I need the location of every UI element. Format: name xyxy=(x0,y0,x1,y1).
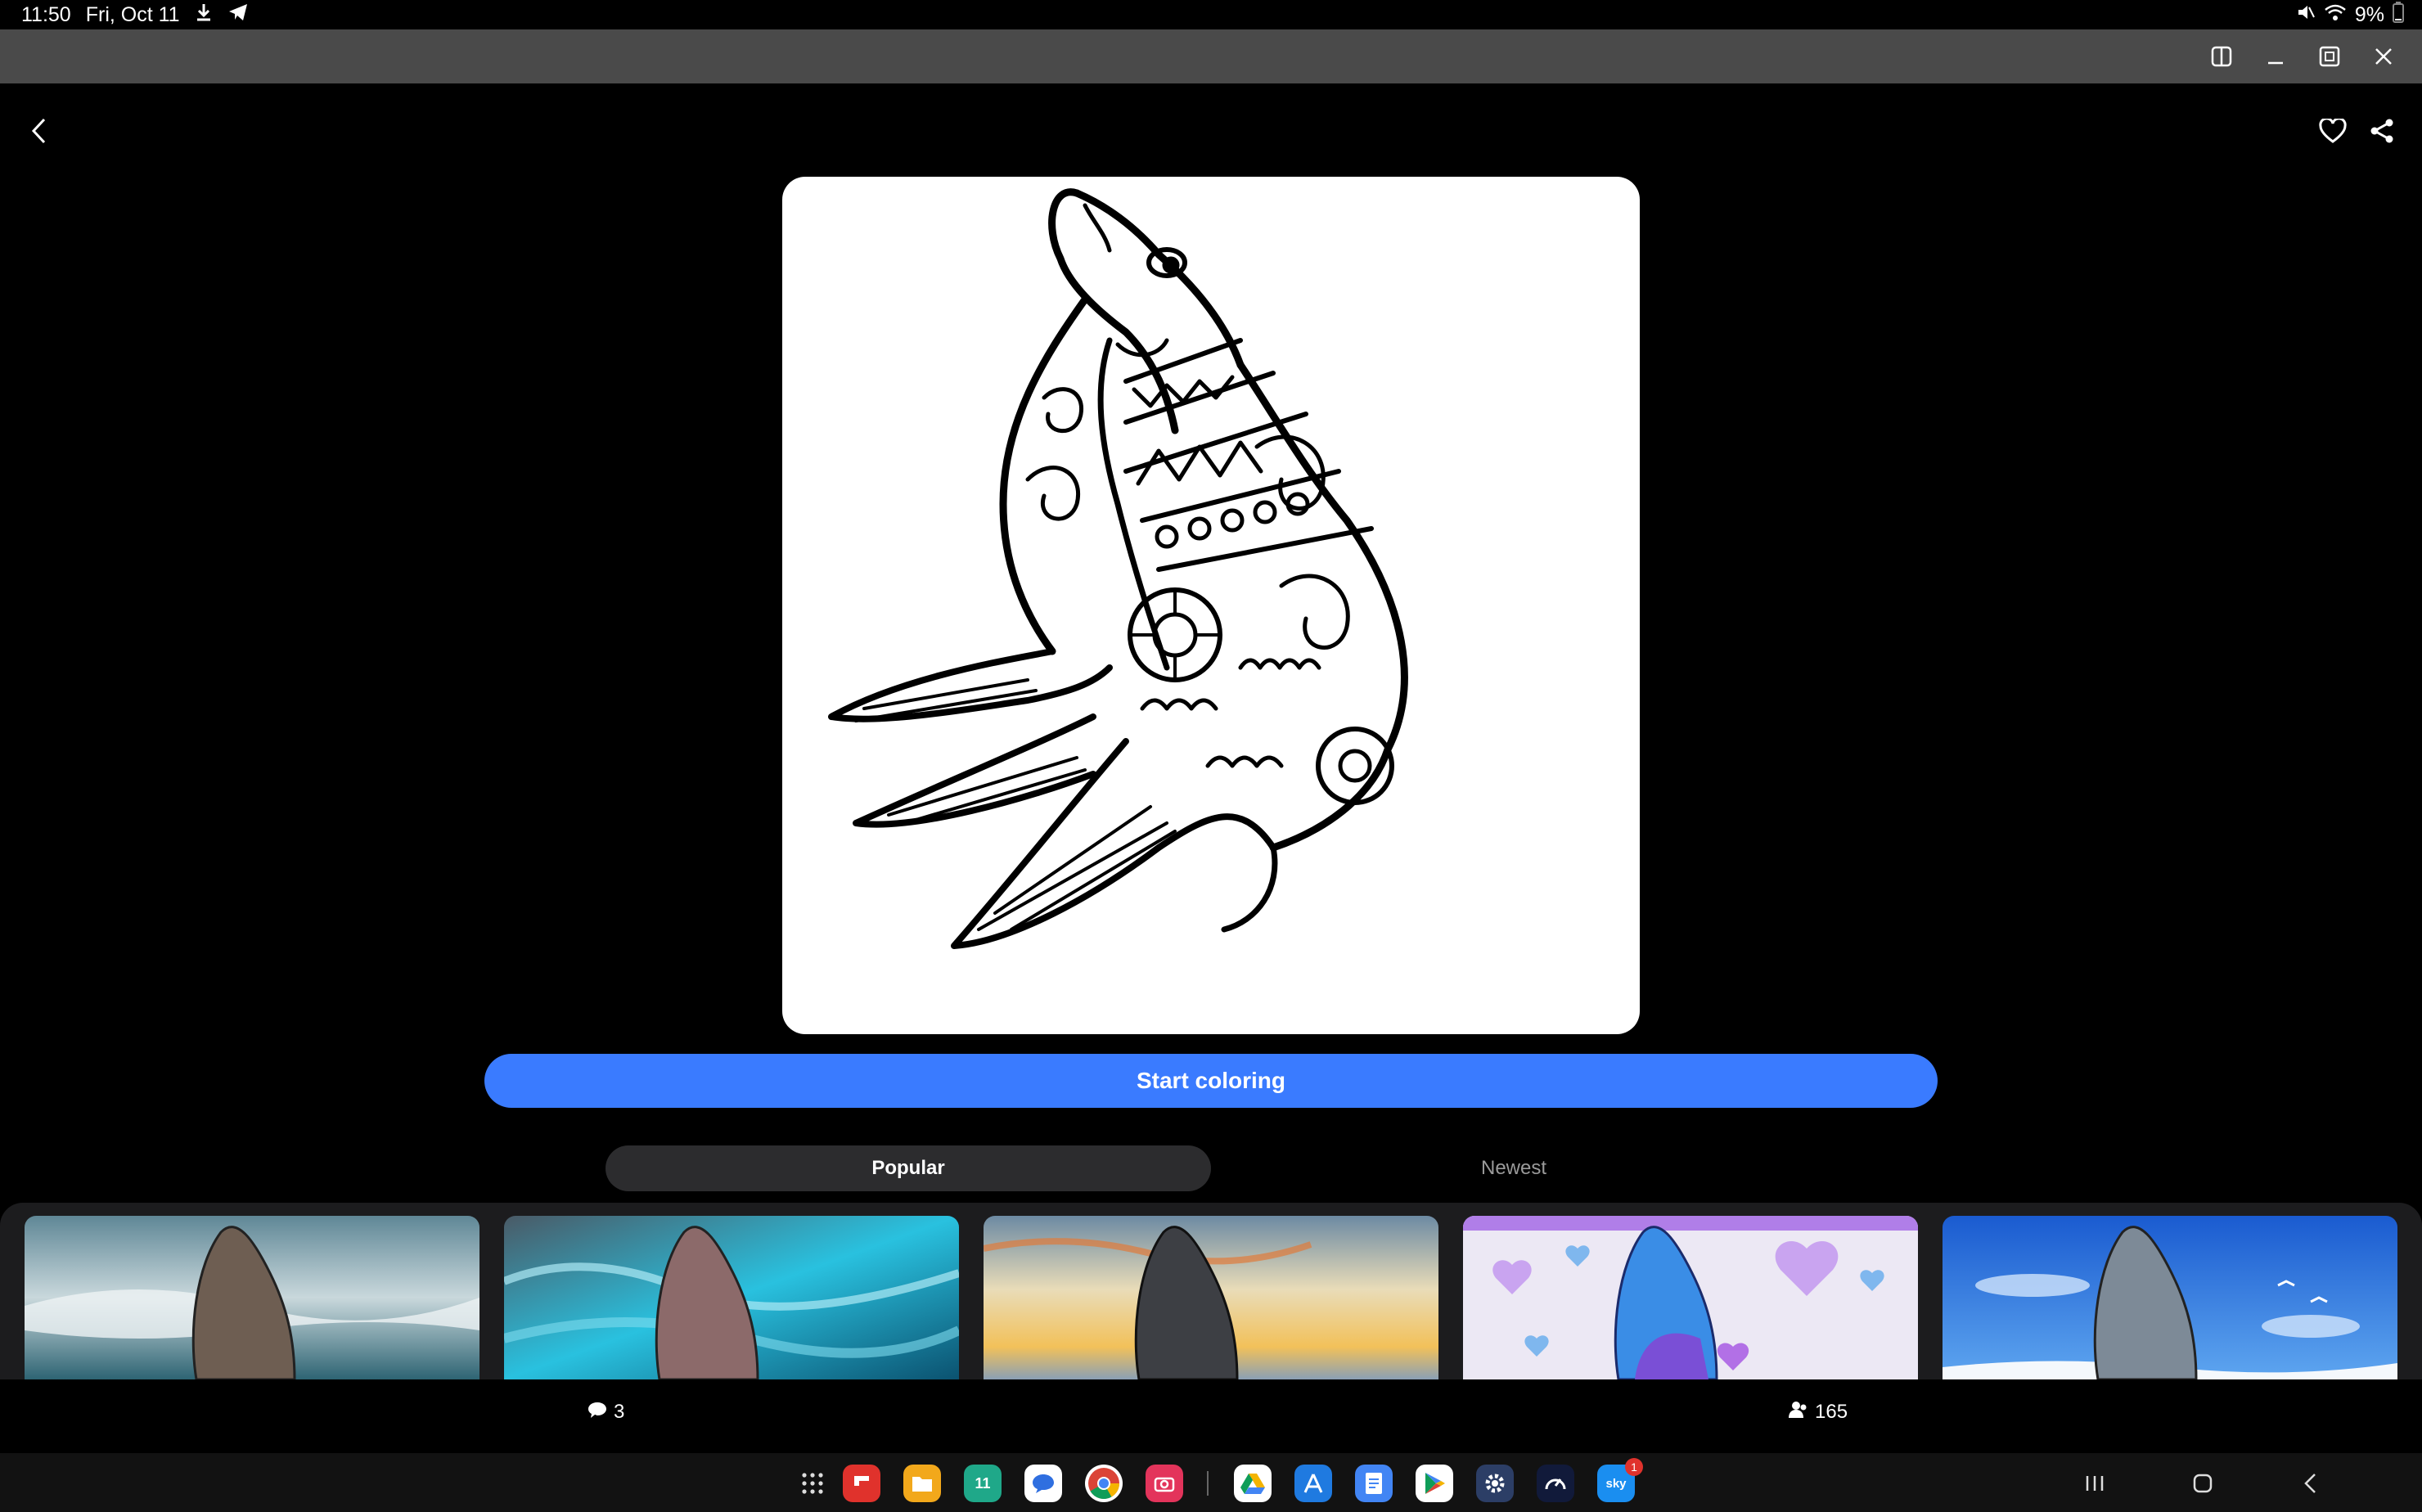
popup-view-icon[interactable] xyxy=(2303,29,2357,83)
app-store-icon[interactable] xyxy=(1294,1465,1332,1502)
notification-badge: 1 xyxy=(1625,1458,1643,1476)
tab-popular[interactable]: Popular xyxy=(606,1145,1211,1191)
play-store-icon[interactable] xyxy=(1416,1465,1453,1502)
gallery-item[interactable] xyxy=(25,1216,479,1379)
status-bar xyxy=(0,0,2422,29)
status-bar-left: 11:50 Fri, Oct 11 xyxy=(21,0,249,29)
flipboard-icon[interactable] xyxy=(843,1465,880,1502)
gallery-item[interactable] xyxy=(1463,1216,1918,1379)
chevron-left-icon xyxy=(29,117,49,149)
gallery-item[interactable] xyxy=(984,1216,1438,1379)
camera-icon[interactable] xyxy=(1146,1465,1183,1502)
back-button[interactable] xyxy=(20,113,59,152)
split-view-icon[interactable] xyxy=(2195,29,2249,83)
wifi-icon xyxy=(2324,2,2347,28)
app-drawer-icon[interactable] xyxy=(794,1465,831,1502)
comments-count[interactable]: 3 xyxy=(587,1379,624,1445)
share-button[interactable] xyxy=(2361,113,2402,152)
status-bar-right: 9% xyxy=(2296,0,2404,29)
my-files-icon[interactable] xyxy=(903,1465,941,1502)
telegram-icon xyxy=(227,2,249,28)
minimize-icon[interactable] xyxy=(2249,29,2303,83)
back-icon[interactable] xyxy=(2286,1463,2335,1504)
battery-percent: 9% xyxy=(2354,2,2384,26)
download-icon xyxy=(195,2,213,28)
chrome-icon[interactable] xyxy=(1085,1465,1123,1502)
comments-count-value: 3 xyxy=(614,1401,625,1423)
drive-icon[interactable] xyxy=(1234,1465,1272,1502)
gallery-item[interactable] xyxy=(1943,1216,2397,1379)
favorite-button[interactable] xyxy=(2312,113,2353,152)
people-icon xyxy=(1789,1401,1808,1424)
gallery-tabs: Popular Newest xyxy=(606,1145,1816,1191)
start-coloring-button[interactable]: Start coloring xyxy=(484,1054,1938,1108)
comment-icon xyxy=(587,1401,607,1424)
window-title-bar xyxy=(0,29,2422,83)
speedometer-icon[interactable] xyxy=(1537,1465,1574,1502)
battery-icon xyxy=(2393,1,2404,29)
gallery-item[interactable] xyxy=(504,1216,959,1379)
recents-icon[interactable] xyxy=(2070,1463,2119,1504)
status-time: 11:50 xyxy=(21,2,71,26)
heart-icon xyxy=(2319,116,2347,147)
participants-count-value: 165 xyxy=(1815,1401,1848,1423)
messages-icon[interactable] xyxy=(1024,1465,1062,1502)
settings-icon[interactable] xyxy=(1476,1465,1514,1502)
coloring-page-preview[interactable] xyxy=(782,177,1640,1034)
home-icon[interactable] xyxy=(2178,1463,2227,1504)
calendar-icon[interactable]: 11 xyxy=(964,1465,1002,1502)
share-icon xyxy=(2370,118,2394,148)
participants-count[interactable]: 165 xyxy=(1789,1379,1848,1445)
seal-line-art xyxy=(828,188,1408,949)
docs-icon[interactable] xyxy=(1355,1465,1393,1502)
taskbar xyxy=(0,1453,2422,1512)
mute-icon xyxy=(2296,2,2316,28)
tab-newest[interactable]: Newest xyxy=(1211,1145,1816,1191)
calendar-day: 11 xyxy=(975,1474,991,1492)
dock-divider xyxy=(1207,1471,1209,1496)
sky-label: sky xyxy=(1605,1476,1627,1491)
status-date: Fri, Oct 11 xyxy=(85,2,180,26)
close-icon[interactable] xyxy=(2357,29,2411,83)
